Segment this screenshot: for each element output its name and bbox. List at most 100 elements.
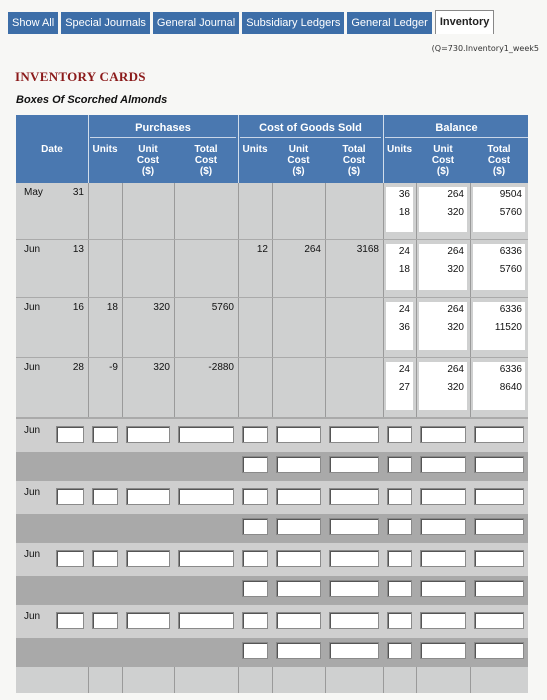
table-row: Jun 28 -9 320 -2880 24 27 264 320 6336 8640 (16, 358, 528, 418)
cogs-units-input[interactable] (242, 642, 268, 659)
table-header: Date Purchases Cost of Goods Sold Balanc… (16, 115, 528, 183)
balance-units-header: Units (387, 144, 412, 155)
balance-units-input[interactable] (387, 642, 412, 659)
balance-total-cost-input[interactable] (474, 612, 524, 629)
cogs-total-cost-input[interactable] (329, 612, 379, 629)
purchases-unit-cost-input[interactable] (126, 612, 170, 629)
purchases-total-cost-input[interactable] (178, 612, 234, 629)
balance-unit-cost-input[interactable] (420, 488, 466, 505)
card-subtitle: Boxes Of Scorched Almonds (16, 94, 168, 106)
tab-general-journal[interactable]: General Journal (152, 12, 240, 34)
purchases-units-input[interactable] (92, 426, 118, 443)
cogs-units-input[interactable] (242, 488, 268, 505)
balance-total-cost-header-line: Total (487, 144, 511, 155)
cogs-unit-cost-input[interactable] (276, 550, 321, 567)
cogs-unit-cost-input[interactable] (276, 426, 321, 443)
cogs-unit-cost-input[interactable] (276, 580, 321, 597)
purchases-total-cost-input[interactable] (178, 550, 234, 567)
day-input[interactable] (56, 488, 84, 505)
input-row: Jun (16, 480, 528, 543)
balance-units-input[interactable] (387, 518, 412, 535)
balance-units-line-2: 36 (398, 322, 410, 333)
balance-units-input[interactable] (387, 488, 412, 505)
balance-unit-cost-input[interactable] (420, 612, 466, 629)
cogs-total-cost-input[interactable] (329, 456, 379, 473)
balance-total-cost-input[interactable] (474, 426, 524, 443)
cogs-units-input[interactable] (242, 456, 268, 473)
balance-unit-cost-header-line: Unit (433, 144, 453, 155)
balance-units-input[interactable] (387, 426, 412, 443)
purchases-unit-cost-input[interactable] (126, 488, 170, 505)
balance-total-cost-input[interactable] (474, 518, 524, 535)
purchases-total-cost-header-line: ($) (199, 166, 213, 177)
cogs-units-input[interactable] (242, 550, 268, 567)
balance-unit-cost-line-2: 320 (447, 264, 464, 275)
purchases-header: Purchases (135, 122, 191, 134)
cogs-total-cost-input[interactable] (329, 426, 379, 443)
purchases-total-cost-input[interactable] (178, 426, 234, 443)
balance-value-box: 264 320 (419, 362, 467, 410)
balance-units-input[interactable] (387, 580, 412, 597)
tab-general-ledger[interactable]: General Ledger (347, 12, 432, 34)
balance-unit-cost-input[interactable] (420, 456, 466, 473)
tab-subsidiary-ledgers[interactable]: Subsidiary Ledgers (242, 12, 345, 34)
purchases-unit-cost-input[interactable] (126, 550, 170, 567)
balance-total-cost-input[interactable] (474, 488, 524, 505)
table-row: Jun 13 12 264 3168 24 18 264 320 6336 5760 (16, 240, 528, 298)
cogs-unit-cost-input[interactable] (276, 518, 321, 535)
cogs-total-cost-input[interactable] (329, 580, 379, 597)
balance-unit-cost-input[interactable] (420, 550, 466, 567)
balance-unit-cost-input[interactable] (420, 426, 466, 443)
purchases-total-cost-input[interactable] (178, 488, 234, 505)
balance-total-cost-input[interactable] (474, 580, 524, 597)
balance-total-cost-input[interactable] (474, 642, 524, 659)
inventory-card: Date Purchases Cost of Goods Sold Balanc… (16, 115, 528, 693)
tab-show-all[interactable]: Show All (8, 12, 59, 34)
purchases-unit-cost-input[interactable] (126, 426, 170, 443)
balance-units-line-2: 18 (398, 207, 410, 218)
cogs-total-cost-input[interactable] (329, 642, 379, 659)
balance-value-box: 24 36 (386, 302, 413, 350)
cogs-unit-cost-input[interactable] (276, 612, 321, 629)
balance-unit-cost-input[interactable] (420, 642, 466, 659)
balance-total-cost-input[interactable] (474, 550, 524, 567)
cogs-total-cost-input[interactable] (329, 518, 379, 535)
cogs-unit-cost-input[interactable] (276, 488, 321, 505)
input-row-month: Jun (24, 611, 41, 622)
purchases-total-cost-header-line: Total (194, 144, 218, 155)
row-day: 13 (72, 244, 84, 255)
cogs-units-input[interactable] (242, 518, 268, 535)
purchases-units-input[interactable] (92, 550, 118, 567)
question-reference: (Q=730.Inventory1_week5 (431, 44, 539, 53)
balance-unit-cost-input[interactable] (420, 518, 466, 535)
balance-total-cost-input[interactable] (474, 456, 524, 473)
purchases-units-input[interactable] (92, 488, 118, 505)
balance-units-line-2: 27 (398, 382, 410, 393)
balance-units-input[interactable] (387, 550, 412, 567)
purchases-units-input[interactable] (92, 612, 118, 629)
cogs-total-cost-input[interactable] (329, 488, 379, 505)
balance-units-line-1: 36 (398, 189, 410, 200)
cogs-units-input[interactable] (242, 426, 268, 443)
cogs-units-input[interactable] (242, 612, 268, 629)
balance-value-box: 6336 8640 (473, 362, 525, 410)
cogs-unit-cost-input[interactable] (276, 642, 321, 659)
balance-units-input[interactable] (387, 456, 412, 473)
cogs-unit-cost-input[interactable] (276, 456, 321, 473)
day-input[interactable] (56, 426, 84, 443)
row-day: 16 (72, 302, 84, 313)
row-c-total: 3168 (356, 244, 379, 255)
balance-value-box: 36 18 (386, 187, 413, 232)
row-c-unit_cost: 264 (304, 244, 321, 255)
row-day: 28 (72, 362, 84, 373)
day-input[interactable] (56, 612, 84, 629)
input-row-month: Jun (24, 549, 41, 560)
balance-unit-cost-input[interactable] (420, 580, 466, 597)
balance-unit-cost-line-1: 264 (447, 304, 464, 315)
tab-inventory[interactable]: Inventory (434, 10, 495, 34)
cogs-total-cost-input[interactable] (329, 550, 379, 567)
tab-special-journals[interactable]: Special Journals (61, 12, 150, 34)
cogs-units-input[interactable] (242, 580, 268, 597)
day-input[interactable] (56, 550, 84, 567)
balance-units-input[interactable] (387, 612, 412, 629)
